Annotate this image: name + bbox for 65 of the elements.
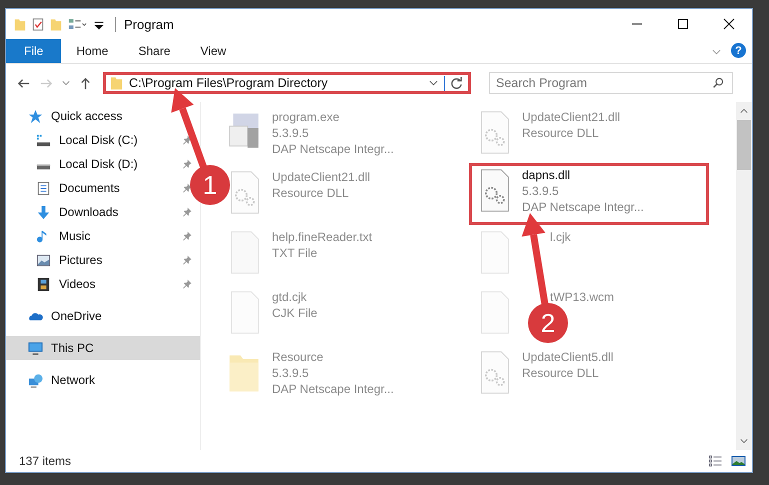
file-detail: DAP Netscape Integr... — [522, 200, 644, 214]
file-tile[interactable]: dapns.dll 5.3.9.5 DAP Netscape Integr... — [469, 163, 709, 225]
sidebar-item[interactable]: Documents — [36, 176, 120, 200]
file-detail: Resource DLL — [522, 126, 600, 140]
chevron-icon[interactable] — [62, 80, 70, 86]
sidebar-item[interactable]: Quick access — [28, 104, 122, 128]
file-name: UpdateClient21.dll — [272, 170, 370, 184]
file-detail: Resource DLL — [272, 186, 350, 200]
file-name: help.fineReader.txt — [272, 230, 372, 244]
file-detail: Resource DLL — [522, 366, 600, 380]
sidebar-item[interactable]: OneDrive — [28, 304, 102, 328]
ribbon-tab[interactable]: File — [6, 39, 62, 63]
file-detail: CJK File — [272, 306, 318, 320]
drive-icon — [36, 132, 51, 148]
file-detail: 5.3.9.5 — [272, 366, 310, 380]
sidebar-item[interactable]: Videos — [36, 272, 96, 296]
sidebar-item[interactable]: Network — [28, 368, 96, 392]
sidebar-item[interactable]: Downloads — [36, 200, 118, 224]
network-icon — [28, 372, 43, 388]
search-field[interactable]: Search Program — [489, 72, 733, 94]
window-title: Program — [115, 16, 174, 32]
sidebar-item[interactable]: Pictures — [36, 248, 102, 272]
folder-icon — [14, 16, 26, 32]
file-name: Resource — [272, 350, 324, 364]
file-detail: DAP Netscape Integr... — [272, 142, 394, 156]
item-count: 137 items — [19, 454, 72, 468]
properties-icon — [32, 16, 44, 32]
scroll-up-icon[interactable] — [740, 108, 748, 114]
sidebar-item[interactable]: Music — [36, 224, 90, 248]
file-detail: 5.3.9.5 — [522, 184, 560, 198]
sidebar-item[interactable]: Local Disk (C:) — [36, 128, 138, 152]
tiles-view-icon[interactable] — [731, 455, 746, 467]
file-name: UpdateClient5.dll — [522, 350, 614, 364]
file-detail: DAP Netscape Integr... — [272, 382, 394, 396]
monitor-icon — [28, 340, 43, 356]
folder-icon — [50, 16, 62, 32]
file-name: tWP13.wcm — [550, 290, 614, 304]
scroll-down-icon[interactable] — [740, 438, 748, 444]
ribbon-tab[interactable]: View — [185, 39, 242, 63]
address-path: C:\Program Files\Program Directory — [129, 76, 329, 90]
download-icon — [36, 204, 51, 220]
picture-icon — [36, 252, 51, 268]
file-name: UpdateClient21.dll — [522, 110, 620, 124]
layout-icon — [68, 16, 87, 32]
folder-icon — [110, 75, 123, 91]
file-detail: 5.3.9.5 — [272, 126, 310, 140]
file-name: program.exe — [272, 110, 340, 124]
film-icon — [36, 276, 51, 292]
document-icon — [36, 180, 51, 196]
help-button[interactable]: ? — [731, 43, 746, 58]
star-icon — [28, 108, 43, 124]
sidebar-item[interactable]: Local Disk (D:) — [36, 152, 138, 176]
ribbon-tab[interactable]: Share — [123, 39, 186, 63]
file-name: gtd.cjk — [272, 290, 308, 304]
sidebar-item[interactable]: This PC — [6, 336, 200, 360]
file-detail: TXT File — [272, 246, 318, 260]
ribbon-tab[interactable]: Home — [61, 39, 124, 63]
chevron-icon[interactable] — [429, 80, 438, 86]
details-view-icon[interactable] — [708, 455, 723, 467]
drive-icon — [36, 164, 51, 170]
scrollbar-thumb[interactable] — [737, 120, 751, 170]
address-bar[interactable]: C:\Program Files\Program Directory — [103, 72, 471, 94]
file-name: dapns.dll — [522, 168, 572, 182]
file-name: l.cjk — [550, 230, 571, 244]
search-icon — [712, 76, 725, 89]
